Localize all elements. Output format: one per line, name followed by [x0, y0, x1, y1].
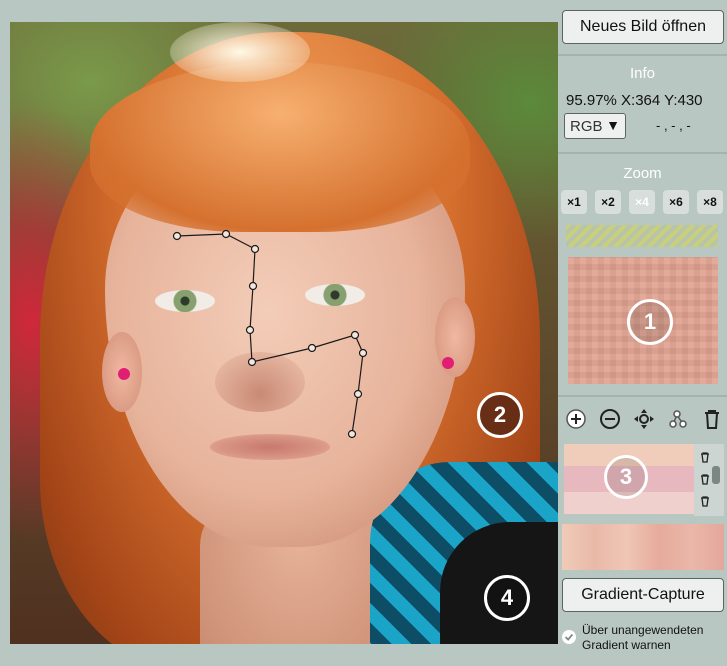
trash-icon[interactable] — [698, 472, 712, 486]
path-node[interactable] — [358, 348, 368, 358]
add-point-button[interactable] — [562, 405, 590, 433]
path-node[interactable] — [172, 231, 182, 241]
plus-circle-icon — [566, 409, 586, 429]
x-coordinate: X:364 — [621, 92, 661, 109]
path-node[interactable] — [221, 229, 231, 239]
path-node[interactable] — [347, 429, 357, 439]
path-node[interactable] — [307, 343, 317, 353]
trash-icon[interactable] — [698, 450, 712, 464]
path-node[interactable] — [247, 357, 257, 367]
zoom-title: Zoom — [623, 165, 662, 182]
path-nodes-button[interactable] — [664, 405, 692, 433]
callout-badge-1: 1 — [627, 299, 673, 345]
zoom-percent-readout: 95.97% X:364 Y:430 — [566, 92, 703, 109]
swatch-scrollbar[interactable] — [694, 444, 724, 516]
divider — [558, 395, 727, 397]
sample-path-overlay[interactable] — [10, 22, 558, 644]
path-node[interactable] — [245, 325, 255, 335]
zoom-color-strip — [566, 225, 718, 247]
divider — [558, 152, 727, 154]
zoom-percent: 95.97% — [566, 92, 617, 109]
side-panel: Neues Bild öffnen Info 95.97% X:364 Y:43… — [558, 0, 727, 666]
warn-checkbox[interactable] — [562, 630, 576, 644]
color-mode-value: RGB — [570, 117, 603, 135]
scroll-thumb[interactable] — [712, 466, 720, 484]
minus-circle-icon — [600, 409, 620, 429]
zoom-preview: 1 — [568, 257, 718, 384]
trash-icon[interactable] — [698, 494, 712, 508]
move-arrows-icon — [634, 409, 654, 429]
path-node[interactable] — [250, 244, 260, 254]
zoom-x4-button[interactable]: ×4 — [629, 190, 655, 214]
callout-badge-4: 4 — [484, 575, 530, 621]
path-node[interactable] — [350, 330, 360, 340]
warn-label-line2: Gradient warnen — [582, 638, 671, 652]
color-mode-select[interactable]: RGB ▼ — [564, 113, 626, 139]
y-coordinate: Y:430 — [664, 92, 703, 109]
warn-checkbox-label[interactable]: Über unangewendeten Gradient warnen — [582, 623, 727, 653]
delete-path-button[interactable] — [698, 405, 726, 433]
callout-badge-3: 3 — [604, 455, 648, 499]
info-title: Info — [629, 65, 656, 82]
path-nodes-icon — [669, 410, 687, 428]
gradient-preview — [562, 524, 724, 570]
gradient-capture-button[interactable]: Gradient-Capture — [562, 578, 724, 612]
remove-point-button[interactable] — [596, 405, 624, 433]
image-canvas[interactable]: 2 4 — [10, 22, 558, 644]
open-image-button[interactable]: Neues Bild öffnen — [562, 10, 724, 44]
path-node[interactable] — [353, 389, 363, 399]
callout-badge-2: 2 — [477, 392, 523, 438]
zoom-x6-button[interactable]: ×6 — [663, 190, 689, 214]
zoom-x2-button[interactable]: ×2 — [595, 190, 621, 214]
divider — [558, 54, 727, 56]
warn-label-line1: Über unangewendeten — [582, 623, 704, 637]
swatch-list[interactable]: 3 — [564, 444, 694, 514]
zoom-x1-button[interactable]: ×1 — [561, 190, 587, 214]
zoom-x8-button[interactable]: ×8 — [697, 190, 723, 214]
dropdown-arrow-icon: ▼ — [606, 117, 620, 133]
path-node[interactable] — [248, 281, 258, 291]
trash-icon — [705, 410, 719, 429]
color-value-readout: - , - , - — [656, 118, 691, 133]
check-icon — [564, 633, 574, 641]
move-path-button[interactable] — [630, 405, 658, 433]
